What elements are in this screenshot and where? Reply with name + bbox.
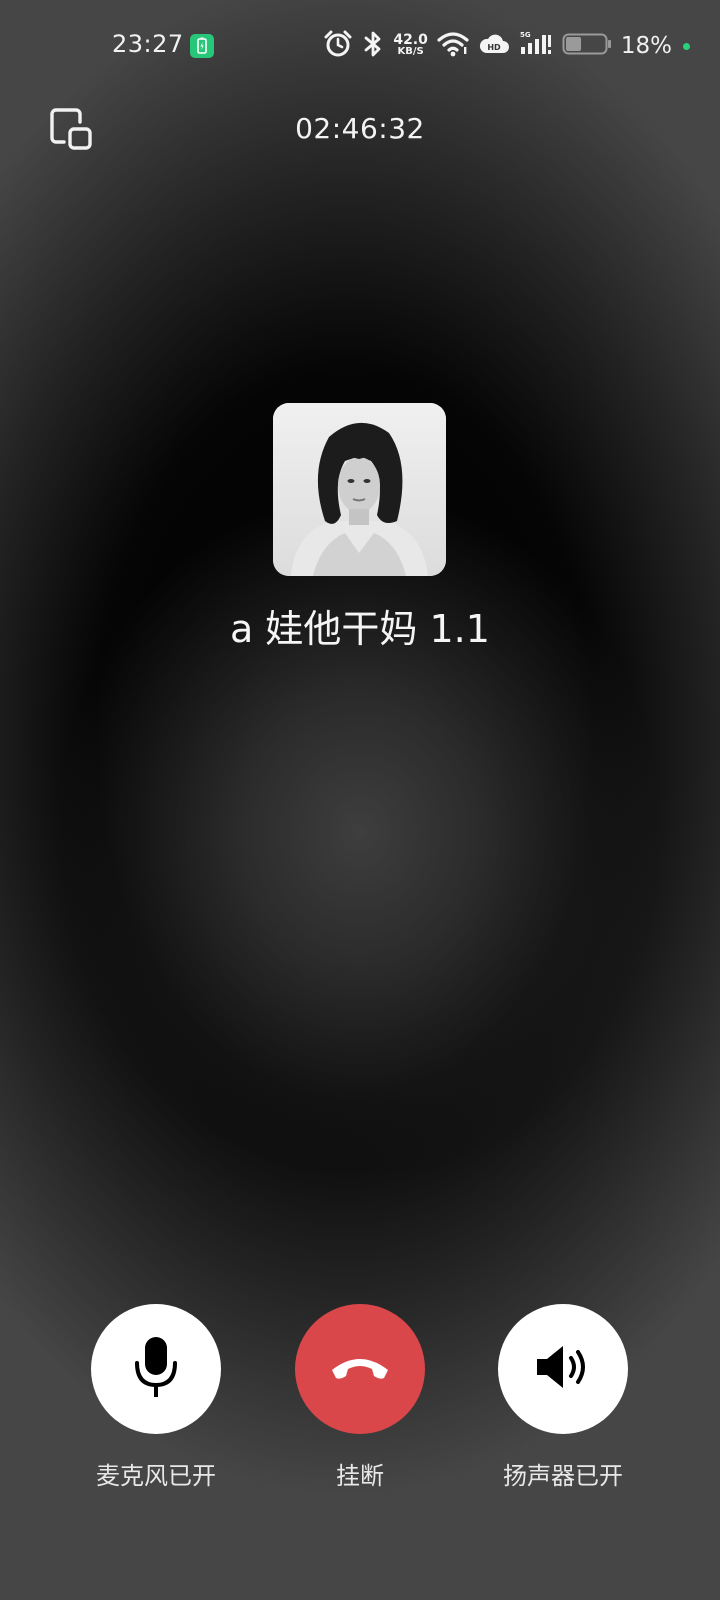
- caller-avatar: [273, 403, 446, 576]
- speaker-icon: [533, 1342, 593, 1396]
- speaker-control: 扬声器已开: [463, 1304, 663, 1491]
- wifi-icon: [437, 30, 469, 62]
- speaker-button[interactable]: [498, 1304, 628, 1434]
- network-speed-value: 42.0: [393, 32, 428, 48]
- battery-saver-icon: [190, 34, 214, 58]
- status-time: 23:27: [112, 30, 184, 58]
- battery-percent: 18%: [620, 33, 672, 59]
- privacy-indicator-dot: [683, 42, 690, 50]
- caller-name: a 娃他干妈 1.1: [230, 607, 490, 651]
- microphone-icon: [128, 1335, 184, 1403]
- speaker-label: 扬声器已开: [503, 1462, 623, 1490]
- svg-text:HD: HD: [487, 43, 501, 52]
- hang-up-phone-icon: [328, 1352, 392, 1386]
- network-speed: 42.0 KB/S: [393, 32, 428, 57]
- call-duration: 02:46:32: [295, 112, 425, 145]
- mic-control: 麦克风已开: [56, 1304, 256, 1491]
- svg-text:5G: 5G: [520, 31, 531, 39]
- mic-label: 麦克风已开: [96, 1462, 216, 1490]
- hd-cloud-icon: HD: [478, 32, 510, 60]
- alarm-icon: [323, 29, 353, 63]
- call-top-bar: 02:46:32: [0, 100, 720, 164]
- status-bar: 23:27 42.0 KB/S HD 5G 18%: [0, 0, 720, 92]
- bluetooth-icon: [362, 29, 384, 63]
- hangup-button[interactable]: [295, 1304, 425, 1434]
- mic-button[interactable]: [91, 1304, 221, 1434]
- status-icons: 42.0 KB/S HD 5G 18%: [323, 28, 690, 64]
- 5g-signal-icon: 5G: [519, 30, 553, 62]
- hangup-label: 挂断: [336, 1462, 384, 1490]
- hangup-control: 挂断: [260, 1304, 460, 1491]
- network-speed-unit: KB/S: [397, 46, 424, 57]
- battery-icon: [562, 31, 612, 61]
- call-controls: 麦克风已开 挂断 扬声器已开: [0, 1304, 720, 1504]
